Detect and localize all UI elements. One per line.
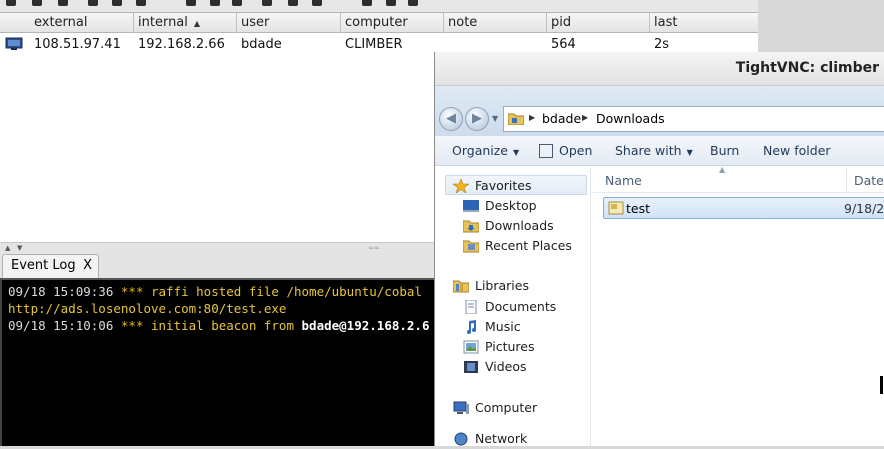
window-title: TightVNC: climber — [735, 60, 879, 76]
recent-places-icon — [463, 240, 479, 253]
file-list-header: ▲ Name Date m — [593, 165, 884, 193]
targets-icon[interactable] — [136, 0, 146, 6]
chevron-down-icon: ▼ — [686, 148, 693, 157]
downloads-folder-icon — [463, 220, 479, 233]
vnc-title-bar[interactable]: TightVNC: climber — [435, 52, 884, 86]
chevron-down-icon: ▼ — [513, 148, 520, 157]
column-separator[interactable] — [846, 167, 847, 193]
explorer-command-bar: Organize ▼ Open Share with ▼ Burn New fold… — [435, 136, 884, 166]
new-folder-button[interactable]: New folder — [763, 143, 831, 158]
breadcrumb-arrow-icon[interactable]: ▶ — [529, 113, 535, 122]
tab-event-log[interactable]: Event Log X — [2, 254, 99, 278]
cell-internal: 192.168.2.66 — [138, 37, 225, 52]
documents-icon — [465, 300, 477, 314]
folder-icon — [508, 113, 524, 125]
column-header-external[interactable]: external — [0, 13, 134, 33]
sessions-table-icon[interactable] — [112, 0, 122, 6]
column-header-computer[interactable]: computer — [341, 13, 444, 33]
open-button[interactable]: Open — [559, 143, 592, 158]
music-icon — [467, 320, 476, 334]
column-header-pid[interactable]: pid — [547, 13, 650, 33]
payload-icon[interactable] — [288, 0, 298, 6]
burn-button[interactable]: Burn — [710, 143, 739, 158]
help-icon[interactable] — [408, 0, 418, 6]
connect-icon[interactable] — [6, 0, 16, 6]
libraries-icon — [453, 280, 469, 293]
desktop-icon — [463, 200, 479, 212]
collapse-up-icon[interactable]: ▲ — [5, 243, 10, 253]
breadcrumb-downloads[interactable]: Downloads — [596, 111, 665, 126]
column-header-name[interactable]: Name — [605, 173, 642, 188]
organize-button[interactable]: Organize ▼ — [452, 143, 519, 158]
screenshots-icon[interactable] — [262, 0, 272, 6]
star-icon — [453, 179, 469, 193]
tightvnc-window: TightVNC: climber ◀ ▶ ▼ ▶ bdade ▶ Downlo… — [434, 52, 884, 446]
network-icon — [454, 432, 468, 446]
cell-note — [444, 34, 448, 54]
table-header: external internal ▲ user computer note pi… — [0, 13, 758, 33]
breadcrumb-bdade[interactable]: bdade — [542, 111, 581, 126]
downloads-icon[interactable] — [210, 0, 220, 6]
close-tab-button[interactable]: X — [83, 255, 92, 277]
main-toolbar — [0, 0, 758, 12]
drag-grip-icon[interactable]: ≈≈ — [368, 243, 380, 253]
sort-ascending-icon: ▲ — [193, 19, 201, 28]
navigation-pane: Favorites Desktop Downloads Recent Place… — [435, 167, 591, 446]
back-button[interactable]: ◀ — [439, 107, 463, 131]
listeners-icon[interactable] — [58, 0, 68, 6]
text-cursor-icon — [880, 376, 883, 394]
explorer-address-area: ◀ ▶ ▼ ▶ bdade ▶ Downloads — [435, 86, 884, 136]
table-row[interactable]: 108.51.97.41 192.168.2.66 bdade CLIMBER … — [0, 34, 758, 54]
collapse-down-icon[interactable]: ▼ — [17, 243, 22, 253]
cell-pid: 564 — [551, 37, 576, 52]
tab-label: Event Log — [11, 258, 76, 273]
column-header-note[interactable]: note — [444, 13, 547, 33]
credentials-icon[interactable] — [186, 0, 196, 6]
file-date: 9/18/2 — [844, 201, 884, 216]
computer-icon — [453, 401, 469, 414]
cell-computer: CLIMBER — [345, 37, 403, 52]
link-icon[interactable] — [362, 0, 372, 6]
column-header-internal[interactable]: internal ▲ — [134, 13, 237, 33]
cell-external: 108.51.97.41 — [34, 37, 121, 52]
column-header-last[interactable]: last — [650, 13, 758, 33]
forward-button[interactable]: ▶ — [465, 107, 489, 131]
cell-last: 2s — [654, 37, 670, 52]
sessions-graph-icon[interactable] — [88, 0, 98, 6]
address-bar[interactable]: ▶ bdade ▶ Downloads — [503, 106, 884, 132]
file-row-selected[interactable]: test 9/18/2 — [603, 197, 884, 219]
videos-icon — [464, 361, 478, 373]
scripts-icon[interactable] — [312, 0, 322, 6]
recent-pages-dropdown-icon[interactable]: ▼ — [492, 114, 498, 123]
cell-user: bdade — [241, 37, 282, 52]
file-name: test — [626, 201, 651, 216]
share-with-button[interactable]: Share with ▼ — [615, 143, 693, 158]
breadcrumb-arrow-icon[interactable]: ▶ — [582, 113, 588, 122]
column-header-date-modified[interactable]: Date m — [854, 173, 884, 188]
column-header-user[interactable]: user — [237, 13, 341, 33]
log-icon[interactable] — [386, 0, 396, 6]
file-list: ▲ Name Date m test 9/18/2 — [593, 165, 884, 446]
open-icon — [539, 144, 553, 158]
executable-file-icon — [608, 201, 624, 215]
pictures-icon — [463, 340, 479, 354]
keystrokes-icon[interactable] — [232, 0, 242, 6]
sort-ascending-icon: ▲ — [719, 165, 726, 174]
disconnect-icon[interactable] — [32, 0, 42, 6]
